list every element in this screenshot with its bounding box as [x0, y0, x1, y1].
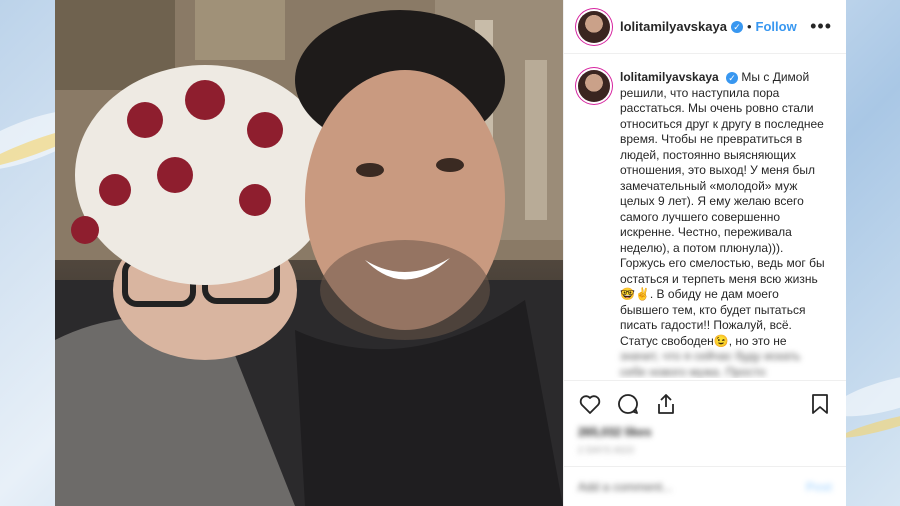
caption-line: замечательный «молодой» муж: [620, 178, 798, 193]
post-panel: lolitamilyavskaya ✓ • Follow ••• lolitam…: [563, 0, 846, 506]
action-icons: [578, 391, 832, 417]
username[interactable]: lolitamilyavskaya: [620, 19, 727, 34]
bookmark-icon[interactable]: [808, 392, 832, 416]
caption-line: остаться и терпеть меня всю жизнь: [620, 271, 818, 286]
caption-line: решили, что наступила пора: [620, 85, 780, 100]
caption-line: Мы с Димой: [741, 70, 810, 84]
caption-line: целых 9 лет). Я ему желаю всего: [620, 194, 804, 208]
caption-line: искренне. Честно, переживала: [620, 225, 792, 239]
separator-dot: •: [746, 19, 752, 34]
caption-line: время. Чтобы не превратиться в: [620, 132, 803, 146]
caption-line: относиться друг к другу в последнее: [620, 116, 824, 131]
verified-icon: ✓: [726, 72, 739, 84]
caption-line: 🤓✌. В обиду не дам моего: [620, 287, 779, 301]
avatar[interactable]: [578, 10, 610, 43]
comment-icon[interactable]: [616, 392, 640, 416]
post-header: lolitamilyavskaya ✓ • Follow •••: [564, 0, 846, 54]
caption-line: расстаться. Мы очень ровно стали: [620, 101, 814, 115]
share-icon[interactable]: [654, 392, 678, 416]
more-options-icon[interactable]: •••: [810, 16, 832, 37]
caption-text: lolitamilyavskaya ✓ Мы с Димой решили, ч…: [620, 70, 830, 378]
caption-line-blurred: себе нового мужа. Просто: [620, 364, 766, 379]
caption-line: людей, постоянно выясняющих: [620, 147, 796, 162]
add-comment-bar: Add a comment... Post: [564, 466, 846, 506]
caption-area: lolitamilyavskaya ✓ Мы с Димой решили, ч…: [564, 54, 846, 378]
caption-line: самого лучшего совершенно: [620, 209, 781, 224]
caption-line: Статус свободен😉, но это не: [620, 333, 787, 348]
caption-line-blurred: значит, что я сейчас буду искать: [620, 349, 801, 363]
caption: lolitamilyavskaya ✓ Мы с Димой решили, ч…: [578, 70, 832, 378]
post-comment-button[interactable]: Post: [806, 480, 832, 494]
comment-input[interactable]: Add a comment...: [578, 480, 672, 494]
caption-username[interactable]: lolitamilyavskaya: [620, 70, 719, 84]
post-timestamp: 2 DAYS AGO: [578, 445, 635, 455]
caption-line: отношения, это выход! У меня был: [620, 163, 816, 177]
avatar[interactable]: [578, 70, 610, 102]
caption-line: бывшего тем, кто будет пытаться: [620, 302, 806, 317]
follow-button[interactable]: Follow: [756, 19, 797, 34]
verified-icon: ✓: [730, 20, 743, 33]
likes-count[interactable]: 265,032 likes: [578, 425, 832, 439]
caption-line: писать гадости!! Пожалуй, всё.: [620, 318, 792, 332]
heart-icon[interactable]: [578, 392, 602, 416]
post-actions: 265,032 likes 2 DAYS AGO: [564, 380, 846, 455]
post-photo[interactable]: [55, 0, 563, 506]
caption-line: Горжусь его смелостью, ведь мог бы: [620, 256, 825, 270]
caption-line: неделю), а потом плюнула))).: [620, 240, 784, 255]
